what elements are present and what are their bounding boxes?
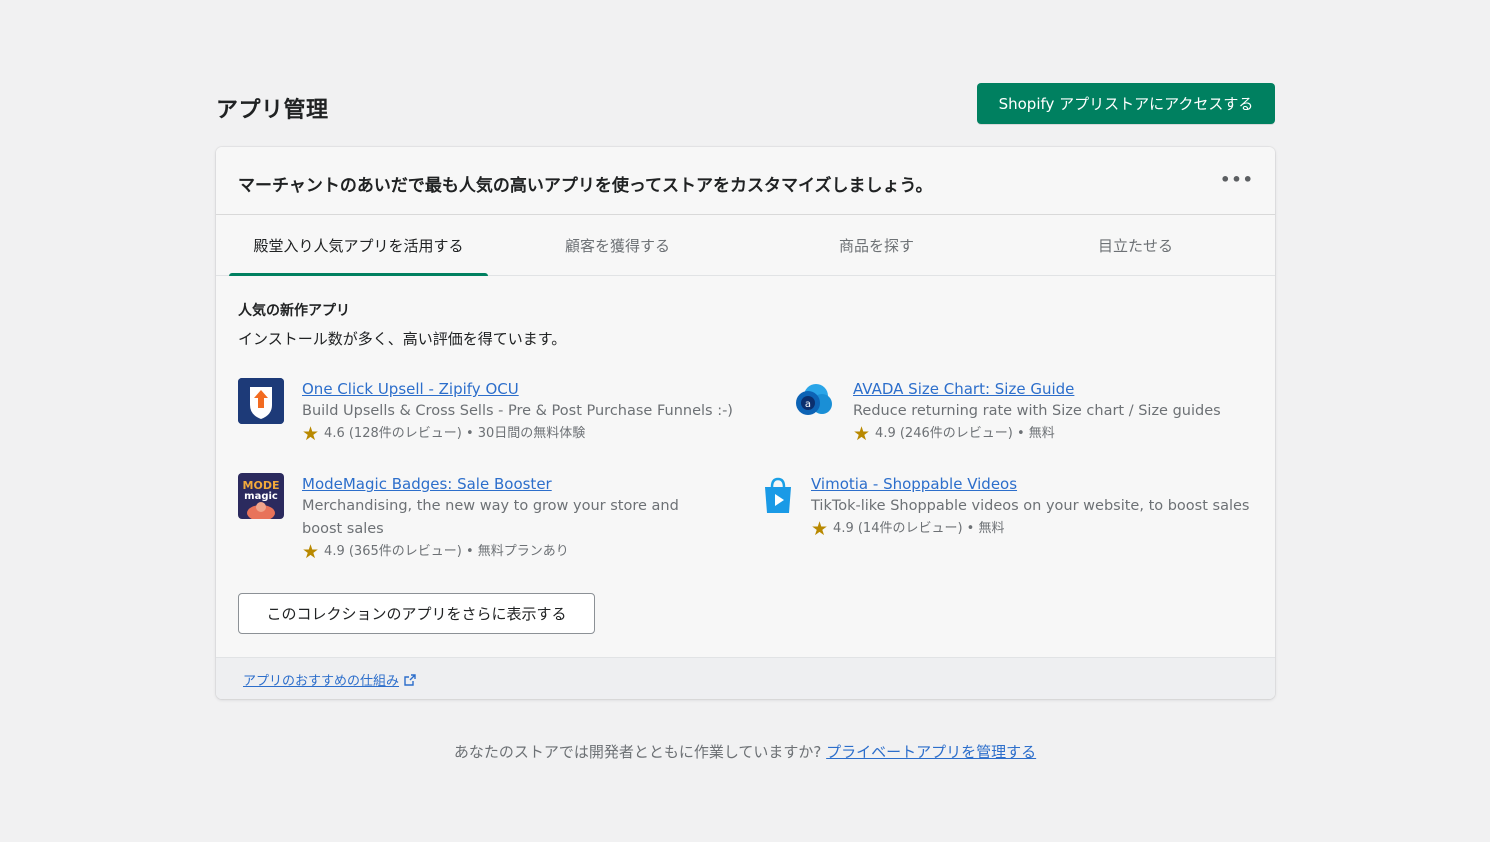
app-rating: ★ 4.9 (365件のレビュー) • 無料プランあり (302, 542, 722, 562)
shopping-bag-play-icon[interactable] (755, 473, 801, 519)
collection-tabs: 殿堂入り人気アプリを活用する 顧客を獲得する 商品を探す 目立たせる (216, 215, 1275, 276)
more-actions-button[interactable]: ••• (1220, 167, 1253, 191)
app-link[interactable]: ModeMagic Badges: Sale Booster (302, 473, 722, 495)
app-description: Merchandising, the new way to grow your … (302, 498, 679, 537)
card-header: マーチャントのあいだで最も人気の高いアプリを使ってストアをカスタマイズしましょう… (216, 147, 1275, 215)
app-description: Build Upsells & Cross Sells - Pre & Post… (302, 403, 733, 419)
svg-text:magic: magic (244, 491, 278, 502)
app-rating: ★ 4.6 (128件のレビュー) • 30日間の無料体験 (302, 424, 733, 444)
page-title: アプリ管理 (216, 98, 329, 123)
svg-text:a: a (805, 399, 811, 410)
section-subtitle: インストール数が多く、高い評価を得ています。 (238, 330, 567, 348)
ellipsis-icon: ••• (1220, 169, 1254, 189)
external-link-icon (404, 673, 416, 686)
star-icon: ★ (811, 518, 829, 540)
footer-link-label: アプリのおすすめの仕組み (243, 674, 400, 689)
app-description: Reduce returning rate with Size chart / … (853, 403, 1221, 419)
app-item: MODE magic ModeMagic Badges: Sale Booste… (238, 473, 722, 562)
tab-stand-out[interactable]: 目立たせる (1006, 215, 1265, 275)
app-link[interactable]: One Click Upsell ‑ Zipify OCU (302, 378, 733, 400)
card-footer: アプリのおすすめの仕組み (216, 657, 1275, 699)
avada-cloud-icon[interactable]: a (789, 378, 835, 424)
note-text: あなたのストアでは開発者とともに作業していますか? (453, 743, 827, 761)
app-rating: ★ 4.9 (246件のレビュー) • 無料 (853, 424, 1221, 444)
app-rating: ★ 4.9 (14件のレビュー) • 無料 (811, 519, 1249, 539)
app-item: a AVADA Size Chart: Size Guide Reduce re… (789, 378, 1221, 444)
app-link[interactable]: Vimotia ‑ Shoppable Videos (811, 473, 1249, 495)
app-recommendations-card: マーチャントのあいだで最も人気の高いアプリを使ってストアをカスタマイズしましょう… (216, 147, 1275, 699)
tab-acquire-customers[interactable]: 顧客を獲得する (488, 215, 747, 275)
app-item: One Click Upsell ‑ Zipify OCU Build Upse… (238, 378, 733, 444)
upsell-arrow-icon[interactable] (238, 378, 284, 424)
section-title: 人気の新作アプリ (238, 303, 350, 319)
app-meta-text: 4.9 (246件のレビュー) • 無料 (875, 426, 1055, 441)
tab-popular-apps[interactable]: 殿堂入り人気アプリを活用する (229, 215, 488, 276)
private-apps-note: あなたのストアでは開発者とともに作業していますか? プライベートアプリを管理する (0, 741, 1490, 762)
star-icon: ★ (302, 423, 320, 445)
app-meta-text: 4.9 (14件のレビュー) • 無料 (833, 521, 1005, 536)
star-icon: ★ (853, 423, 871, 445)
tab-find-products[interactable]: 商品を探す (747, 215, 1006, 275)
card-heading: マーチャントのあいだで最も人気の高いアプリを使ってストアをカスタマイズしましょう… (238, 176, 933, 196)
visit-app-store-button[interactable]: Shopify アプリストアにアクセスする (977, 83, 1275, 124)
app-link[interactable]: AVADA Size Chart: Size Guide (853, 378, 1221, 400)
modemagic-logo-icon[interactable]: MODE magic (238, 473, 284, 519)
app-meta-text: 4.6 (128件のレビュー) • 30日間の無料体験 (324, 426, 586, 441)
show-more-apps-button[interactable]: このコレクションのアプリをさらに表示する (238, 593, 595, 634)
app-description: TikTok-like Shoppable videos on your web… (811, 498, 1250, 514)
app-meta-text: 4.9 (365件のレビュー) • 無料プランあり (324, 544, 569, 559)
manage-private-apps-link[interactable]: プライベートアプリを管理する (826, 743, 1036, 761)
star-icon: ★ (302, 541, 320, 563)
app-item: Vimotia ‑ Shoppable Videos TikTok-like S… (755, 473, 1249, 539)
how-recommendations-work-link[interactable]: アプリのおすすめの仕組み (243, 670, 416, 689)
